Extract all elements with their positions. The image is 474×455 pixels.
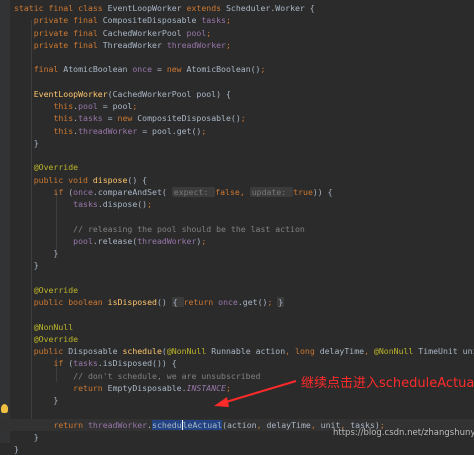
code-line[interactable]: } — [0, 443, 474, 455]
watermark: https://blog.csdn.net/zhangshuny — [333, 428, 474, 438]
code-line-text: } — [14, 443, 19, 455]
code-token: } — [14, 444, 19, 454]
annotation-label: 继续点击进入scheduleActual — [301, 376, 474, 391]
